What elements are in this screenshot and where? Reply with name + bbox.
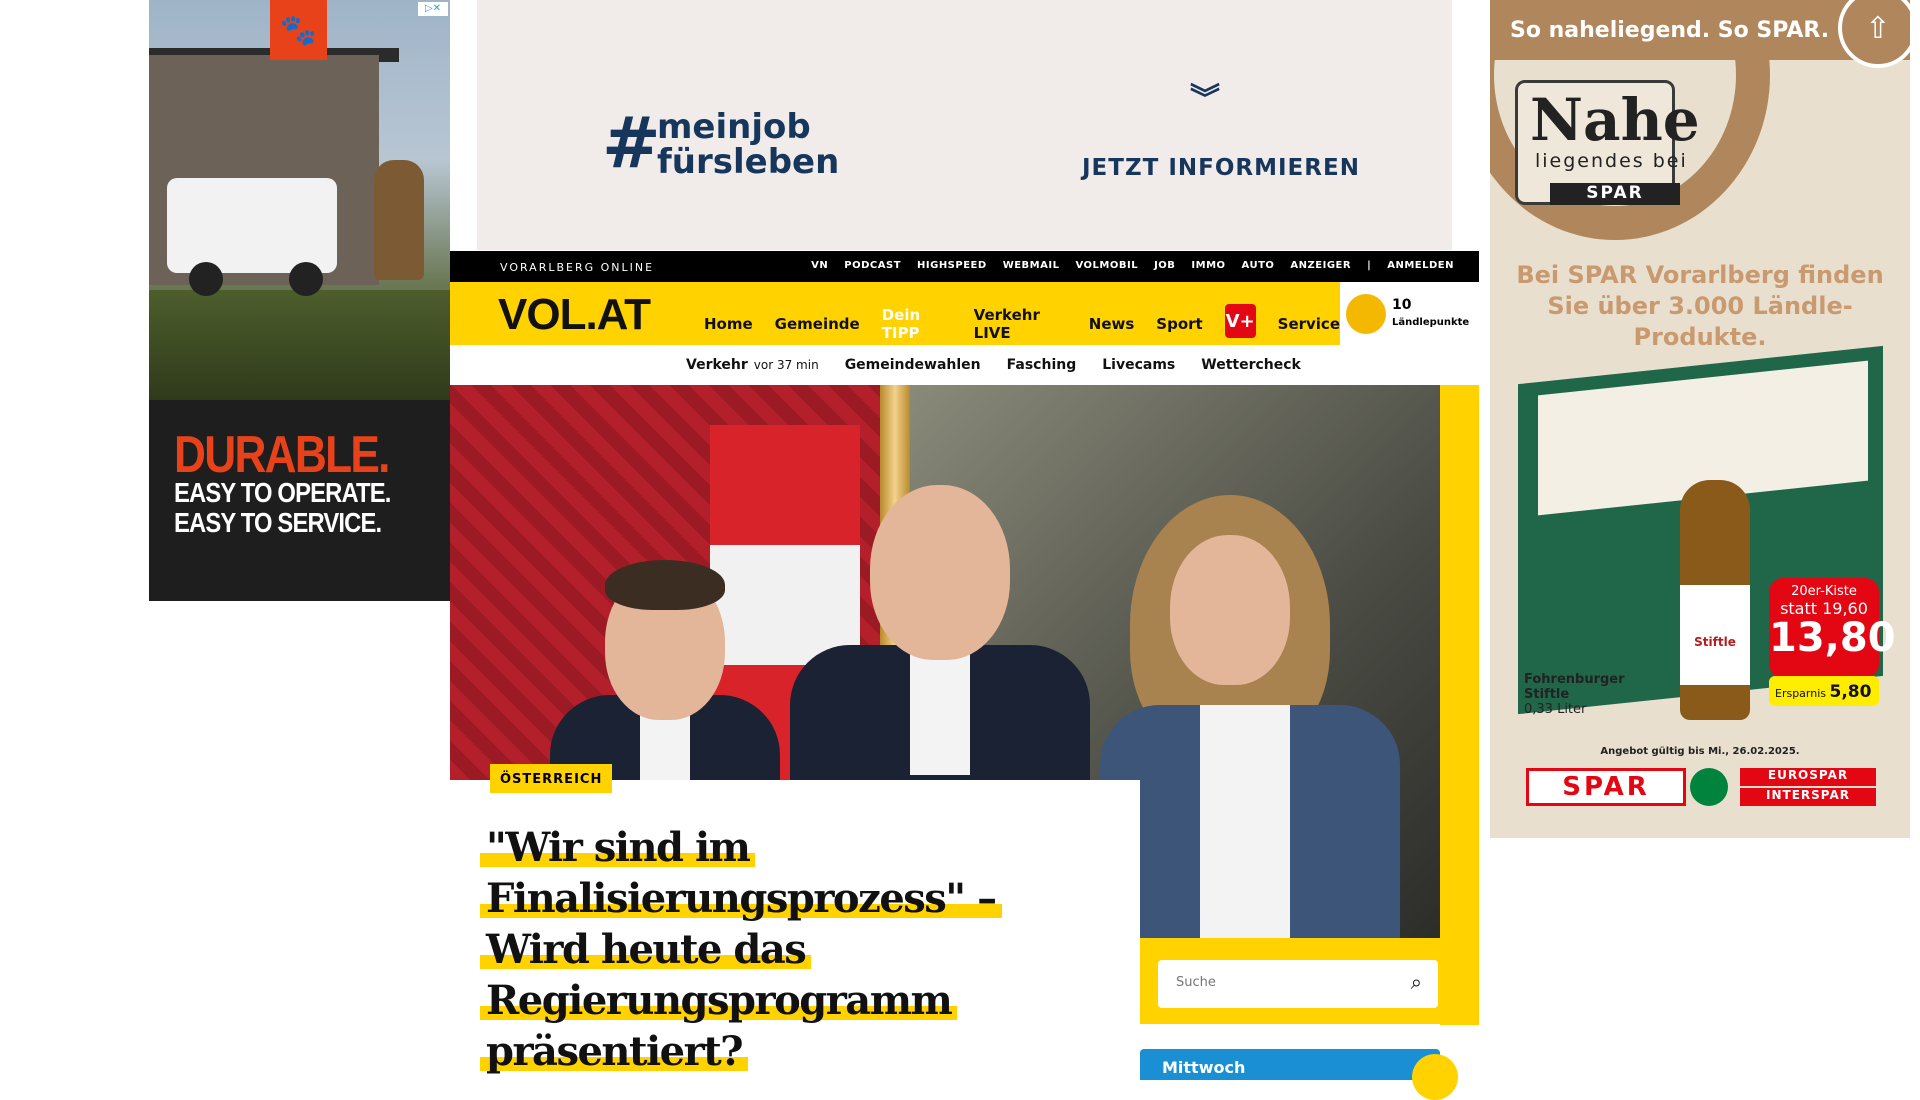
site-name: VORARLBERG ONLINE (500, 261, 655, 274)
ad-person (374, 160, 424, 280)
product-name: Fohrenburger Stiftle (1524, 672, 1625, 702)
hero-person-right (1100, 475, 1400, 938)
nav-item-sport[interactable]: Sport (1156, 315, 1202, 333)
search-panel: ⌕ (1140, 938, 1479, 1024)
ad-promo-text: Bei SPAR Vorarlberg finden Sie über 3.00… (1516, 261, 1884, 351)
utility-links: VN PODCAST HIGHSPEED WEBMAIL VOLMOBIL JO… (811, 260, 1454, 271)
top-utility-bar: VORARLBERG ONLINE VN PODCAST HIGHSPEED W… (450, 251, 1479, 282)
ad-headline: DURABLE. (174, 426, 390, 484)
utility-link-podcast[interactable]: PODCAST (844, 260, 901, 271)
subnav-item-verkehr[interactable]: Verkehr vor 37 min (686, 357, 819, 373)
search-icon[interactable]: ⌕ (1411, 970, 1422, 994)
vplus-button[interactable]: V+ (1224, 304, 1256, 338)
price-unit: 20er-Kiste (1791, 584, 1857, 599)
yellow-side-strip (1440, 385, 1479, 1025)
ad-grass (149, 290, 450, 400)
nahe-subtitle: liegendes bei (1535, 150, 1688, 172)
article-headline[interactable]: "Wir sind im Finalisierungsprozess" – Wi… (480, 822, 1100, 1077)
bobcat-logo-icon: 🐾 (270, 0, 327, 60)
ad-slogan: So naheliegend. So SPAR. (1510, 18, 1830, 43)
ad-wheel (289, 262, 323, 296)
right-advertisement[interactable]: So naheliegend. So SPAR. ⇧ Nahe liegende… (1490, 0, 1910, 838)
utility-link-vn[interactable]: VN (811, 260, 828, 271)
savings-label: Ersparnis (1775, 687, 1827, 700)
utility-link-auto[interactable]: AUTO (1242, 260, 1275, 271)
ad-line-1: EASY TO OPERATE. (174, 477, 391, 508)
product-info: Fohrenburger Stiftle 0,33 Liter (1524, 672, 1634, 717)
login-link[interactable]: ANMELDEN (1387, 260, 1454, 271)
spar-tree-logo-icon (1690, 768, 1728, 806)
nav-item-home[interactable]: Home (704, 315, 753, 333)
utility-link-volmobil[interactable]: VOLMOBIL (1075, 260, 1138, 271)
left-advertisement[interactable]: 🐾 ▷✕ DURABLE. EASY TO OPERATE. EASY TO S… (149, 0, 450, 601)
banner-brand-line2: fürsleben (657, 142, 840, 182)
utility-link-job[interactable]: JOB (1154, 260, 1175, 271)
spar-logo: SPAR (1526, 768, 1686, 806)
adchoices-icon[interactable]: ▷✕ (418, 2, 448, 16)
savings-value: 5,80 (1829, 682, 1872, 702)
site-logo[interactable]: VOL.AT (498, 290, 651, 340)
article-headline-text: "Wir sind im Finalisierungsprozess" – Wi… (480, 824, 1002, 1075)
main-navigation: VOL.AT Home Gemeinde Dein TIPP Verkehr L… (450, 282, 1340, 345)
subnav-verkehr-label: Verkehr (686, 357, 748, 373)
price-tag: 20er-Kiste statt 19,60 13,80 (1769, 578, 1896, 678)
nav-item-dein-tipp[interactable]: Dein TIPP (882, 306, 952, 342)
bottle-label: Stiftle (1680, 585, 1750, 685)
subnav-item-wettercheck[interactable]: Wettercheck (1201, 357, 1301, 373)
banner-cta[interactable]: JETZT INFORMIEREN (1082, 155, 1360, 181)
top-banner-ad[interactable]: # meinjob fürsleben ︾ JETZT INFORMIEREN (477, 0, 1452, 250)
ad-machine (167, 178, 337, 273)
banner-brand-line1: meinjob (657, 107, 811, 147)
utility-link-highspeed[interactable]: HIGHSPEED (917, 260, 987, 271)
lead-article[interactable]: ÖSTERREICH "Wir sind im Finalisierungspr… (450, 764, 1140, 1080)
weather-widget[interactable]: Mittwoch (1140, 1049, 1458, 1100)
interspar-logo: INTERSPAR (1740, 788, 1876, 806)
category-tag[interactable]: ÖSTERREICH (490, 764, 613, 793)
nahe-title: Nahe (1530, 86, 1700, 154)
points-count: 10 (1392, 297, 1412, 313)
spar-mini-logo: SPAR (1550, 183, 1680, 205)
search-input[interactable] (1174, 974, 1394, 991)
price-value: 13,80 (1769, 615, 1896, 661)
product-quantity: 0,33 Liter (1524, 702, 1587, 717)
chevron-down-icon: ︾ (1190, 82, 1220, 117)
eurospar-logo: EUROSPAR (1740, 768, 1876, 786)
mountain-icon (1346, 294, 1386, 334)
laendlepunkte-widget[interactable]: 10 Ländlepunkte (1340, 282, 1479, 345)
points-label: Ländlepunkte (1392, 317, 1470, 328)
ad-wheel (189, 262, 223, 296)
ad-line-2: EASY TO SERVICE. (174, 507, 382, 538)
offer-validity: Angebot gültig bis Mi., 26.02.2025. (1600, 746, 1800, 757)
banner-hash: # (602, 102, 661, 184)
subnav-item-livecams[interactable]: Livecams (1102, 357, 1175, 373)
nav-items: Home Gemeinde Dein TIPP Verkehr LIVE New… (704, 304, 1340, 342)
savings-tag: Ersparnis 5,80 (1769, 676, 1879, 706)
sub-navigation: Verkehr vor 37 min Gemeindewahlen Faschin… (450, 345, 1479, 385)
utility-link-immo[interactable]: IMMO (1191, 260, 1225, 271)
subnav-verkehr-time: vor 37 min (753, 358, 819, 372)
sun-icon (1412, 1054, 1458, 1100)
nav-item-gemeinde[interactable]: Gemeinde (775, 315, 860, 333)
utility-link-anzeiger[interactable]: ANZEIGER (1290, 260, 1351, 271)
subnav-item-gemeindewahlen[interactable]: Gemeindewahlen (845, 357, 981, 373)
utility-link-webmail[interactable]: WEBMAIL (1003, 260, 1060, 271)
search-box[interactable]: ⌕ (1158, 960, 1438, 1008)
utility-separator: | (1367, 260, 1372, 271)
weather-day: Mittwoch (1162, 1058, 1246, 1077)
nav-item-verkehr-live[interactable]: Verkehr LIVE (974, 306, 1067, 342)
nav-item-news[interactable]: News (1089, 315, 1135, 333)
nav-item-service[interactable]: Service (1278, 315, 1340, 333)
subnav-item-fasching[interactable]: Fasching (1007, 357, 1077, 373)
